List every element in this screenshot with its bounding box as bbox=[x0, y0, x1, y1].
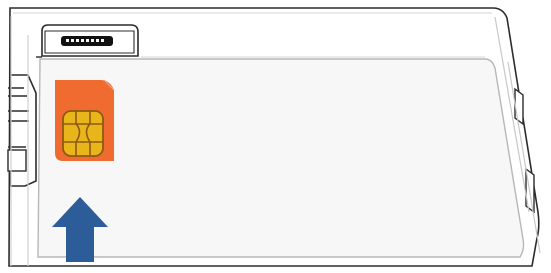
diagram-svg bbox=[7, 7, 541, 267]
right-edge-cutout-top bbox=[514, 87, 524, 126]
sim-chip bbox=[62, 110, 104, 157]
sim-insertion-diagram bbox=[0, 0, 551, 273]
sim-card-slot-connector bbox=[36, 24, 139, 58]
